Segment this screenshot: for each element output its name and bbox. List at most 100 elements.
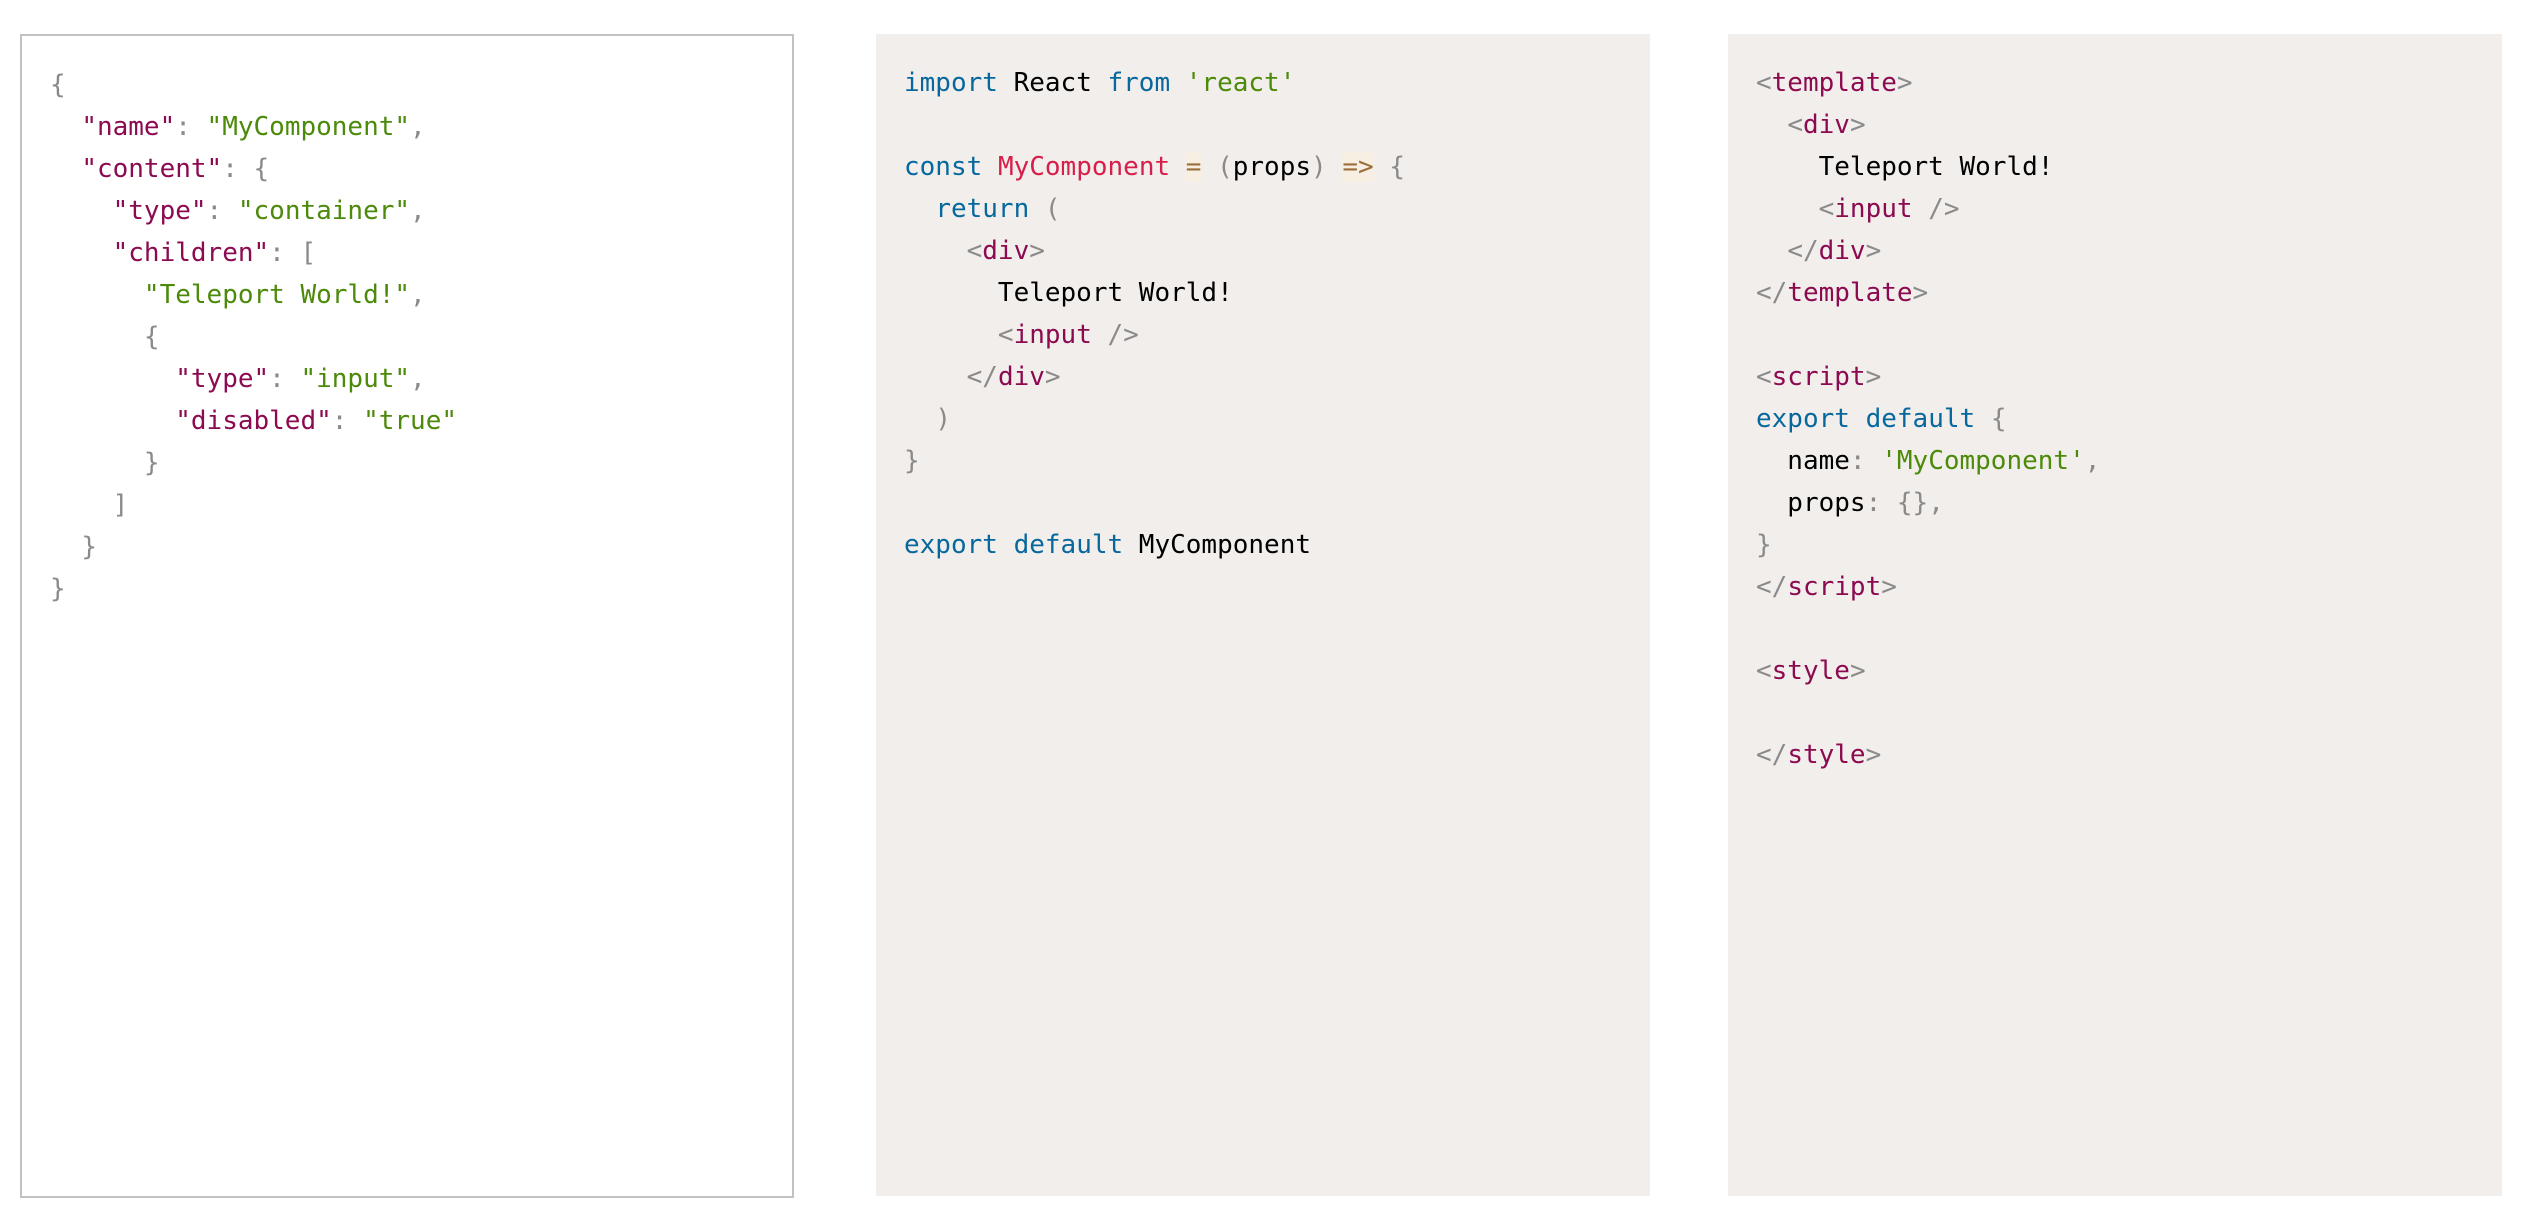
- code-keyword: from: [1107, 68, 1171, 98]
- code-text: props: [1756, 488, 1866, 518]
- code-punctuation: {: [1990, 404, 2007, 434]
- code-text: props: [1232, 152, 1312, 182]
- code-punctuation: >: [1865, 740, 1882, 770]
- code-tag: input: [1013, 320, 1092, 350]
- code-punctuation: ): [935, 404, 951, 434]
- code-punctuation: >: [1849, 656, 1866, 686]
- code-operator: =>: [1342, 152, 1374, 182]
- code-punctuation: : {},: [1865, 488, 1944, 518]
- code-line: export default MyComponent: [904, 524, 1622, 566]
- code-line: export default {: [1756, 398, 2474, 440]
- code-punctuation: ,: [410, 196, 426, 226]
- code-punctuation: </: [1756, 278, 1788, 308]
- react-code-block[interactable]: import React from 'react' const MyCompone…: [904, 62, 1622, 566]
- code-line: "children": [: [50, 232, 764, 274]
- code-line: }: [50, 442, 764, 484]
- code-punctuation: ,: [410, 364, 426, 394]
- code-punctuation: </: [1756, 740, 1788, 770]
- code-punctuation: >: [1912, 278, 1929, 308]
- code-line: }: [1756, 524, 2474, 566]
- code-line: <template>: [1756, 62, 2474, 104]
- code-line: }: [904, 440, 1622, 482]
- code-string: "input": [300, 364, 411, 394]
- code-string: "container": [237, 196, 411, 226]
- code-line: <input />: [904, 314, 1622, 356]
- code-keyword: import: [904, 68, 998, 98]
- code-tag: style: [1771, 656, 1850, 686]
- code-key: "disabled": [175, 406, 332, 436]
- code-line: name: 'MyComponent',: [1756, 440, 2474, 482]
- code-punctuation: >: [1896, 68, 1913, 98]
- code-line: </div>: [904, 356, 1622, 398]
- vue-code-block[interactable]: <template> <div> Teleport World! <input …: [1756, 62, 2474, 776]
- code-tag: template: [1771, 68, 1897, 98]
- json-code-block[interactable]: { "name": "MyComponent", "content": { "t…: [50, 64, 764, 610]
- code-line: <div>: [904, 230, 1622, 272]
- code-tag: template: [1787, 278, 1913, 308]
- code-punctuation: <: [1756, 68, 1772, 98]
- code-line: Teleport World!: [1756, 146, 2474, 188]
- code-keyword: default: [1865, 404, 1976, 434]
- code-text: MyComponent: [1123, 530, 1311, 560]
- code-punctuation: {: [143, 322, 160, 352]
- code-punctuation: ,: [410, 280, 426, 310]
- code-punctuation: :: [1849, 446, 1882, 476]
- vue-code-panel: <template> <div> Teleport World! <input …: [1728, 34, 2502, 1196]
- code-tag: div: [982, 236, 1030, 266]
- code-punctuation: <: [1818, 194, 1835, 224]
- code-punctuation: >: [1044, 362, 1061, 392]
- code-line: "content": {: [50, 148, 764, 190]
- code-punctuation: <: [997, 320, 1014, 350]
- code-punctuation: :: [206, 196, 238, 226]
- code-tag: script: [1787, 572, 1882, 602]
- code-punctuation: }: [904, 446, 920, 476]
- code-keyword: default: [1013, 530, 1124, 560]
- code-key: "type": [175, 364, 270, 394]
- code-string: "Teleport World!": [143, 280, 411, 310]
- code-line: {: [50, 316, 764, 358]
- code-line: const MyComponent = (props) => {: [904, 146, 1622, 188]
- code-punctuation: ): [1311, 152, 1327, 182]
- code-line: <script>: [1756, 356, 2474, 398]
- code-punctuation: >: [1029, 236, 1045, 266]
- code-line: <div>: [1756, 104, 2474, 146]
- code-line: }: [50, 526, 764, 568]
- code-punctuation: :: [269, 364, 301, 394]
- code-punctuation: </: [1756, 572, 1788, 602]
- code-punctuation: <: [966, 236, 983, 266]
- code-punctuation: ,: [2084, 446, 2101, 476]
- code-punctuation: {: [50, 70, 66, 100]
- code-keyword: export: [1756, 404, 1850, 434]
- code-line: "type": "container",: [50, 190, 764, 232]
- code-text: React: [997, 68, 1108, 98]
- code-string: "true": [363, 406, 458, 436]
- code-line: "type": "input",: [50, 358, 764, 400]
- code-line: </template>: [1756, 272, 2474, 314]
- code-text: Teleport World!: [1756, 152, 2054, 182]
- code-line: </style>: [1756, 734, 2474, 776]
- code-punctuation: }: [1756, 530, 1772, 560]
- code-punctuation: >: [1865, 236, 1882, 266]
